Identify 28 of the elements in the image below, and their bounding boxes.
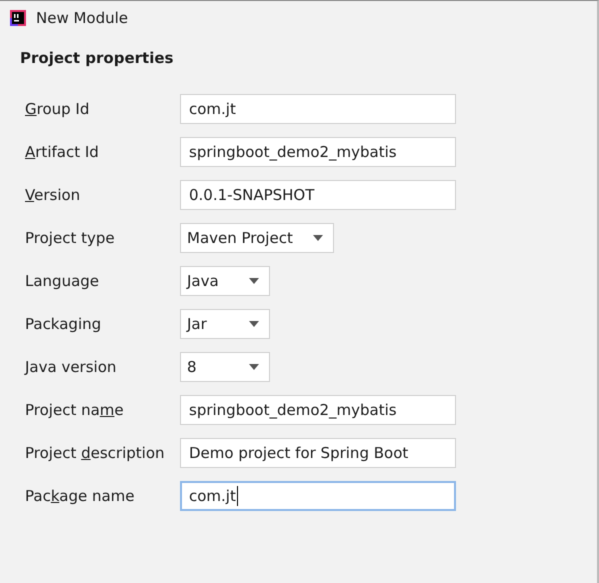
input-field[interactable]: 0.0.1-SNAPSHOT [180, 180, 456, 210]
input-field[interactable]: Demo project for Spring Boot [180, 438, 456, 468]
input-field[interactable]: springboot_demo2_mybatis [180, 395, 456, 425]
field-label: Project type [25, 229, 116, 247]
caret-icon [249, 364, 259, 370]
input-field[interactable]: com.jt [180, 481, 456, 511]
caret-icon [312, 235, 323, 241]
field-label: Group Id [25, 100, 90, 118]
caret-icon [249, 321, 259, 327]
dropdown[interactable]: Jar [180, 309, 270, 339]
input-field[interactable]: springboot_demo2_mybatis [180, 137, 456, 167]
field-label: Language [25, 272, 100, 290]
field-label: Artifact Id [25, 143, 100, 161]
section-title: Project properties [20, 49, 174, 67]
dropdown[interactable]: Java [180, 266, 270, 296]
field-label: Java version [25, 358, 118, 376]
dropdown[interactable]: Maven Project [180, 223, 334, 253]
field-label: Project name [25, 401, 125, 419]
window-title: New Module [36, 9, 128, 27]
app-icon [10, 10, 26, 26]
field-label: Packaging [25, 315, 102, 333]
field-label: Version [25, 186, 82, 204]
dropdown[interactable]: 8 [180, 352, 270, 382]
caret-icon [249, 278, 259, 284]
text-cursor [236, 486, 238, 506]
input-field[interactable]: com.jt [180, 94, 456, 124]
field-label: Project description [25, 444, 166, 462]
field-label: Package name [25, 487, 136, 505]
